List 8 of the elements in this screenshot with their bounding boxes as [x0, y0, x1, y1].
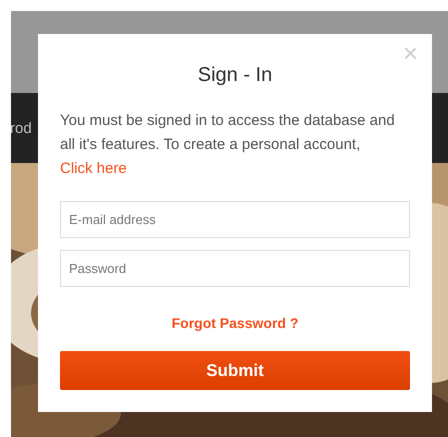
nav-link[interactable]: rod: [11, 120, 32, 136]
dialog-message: You must be signed in to access the database and all it's features. To create a personal account, Click here: [60, 111, 396, 179]
forgot-password-link[interactable]: Forgot Password ?: [172, 315, 298, 331]
submit-button[interactable]: Submit: [60, 351, 410, 390]
email-field[interactable]: E-mail address: [60, 201, 410, 238]
create-account-link[interactable]: Click here: [60, 160, 127, 177]
dialog-title: Sign - In: [196, 64, 274, 87]
password-field[interactable]: Password: [60, 250, 410, 287]
